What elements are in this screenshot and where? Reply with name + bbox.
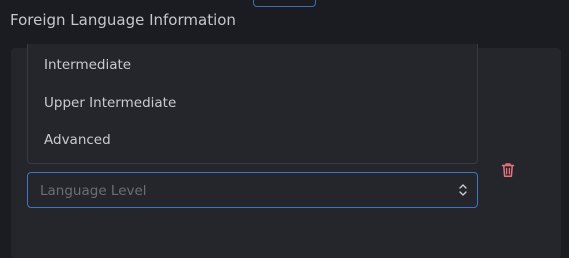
dropdown-option-advanced[interactable]: Advanced — [44, 132, 111, 148]
dropdown-option-upper-intermediate[interactable]: Upper Intermediate — [44, 95, 176, 111]
dropdown-option-intermediate[interactable]: Intermediate — [44, 57, 131, 73]
top-tab-button[interactable] — [253, 0, 316, 7]
language-level-dropdown-menu: Intermediate Upper Intermediate Advanced — [27, 44, 478, 164]
section-title: Foreign Language Information — [10, 11, 236, 29]
trash-icon — [501, 162, 515, 182]
chevron-up-down-icon — [458, 182, 468, 198]
delete-language-button[interactable] — [499, 163, 517, 181]
language-level-placeholder: Language Level — [40, 183, 147, 199]
language-level-select[interactable]: Language Level — [27, 172, 478, 208]
